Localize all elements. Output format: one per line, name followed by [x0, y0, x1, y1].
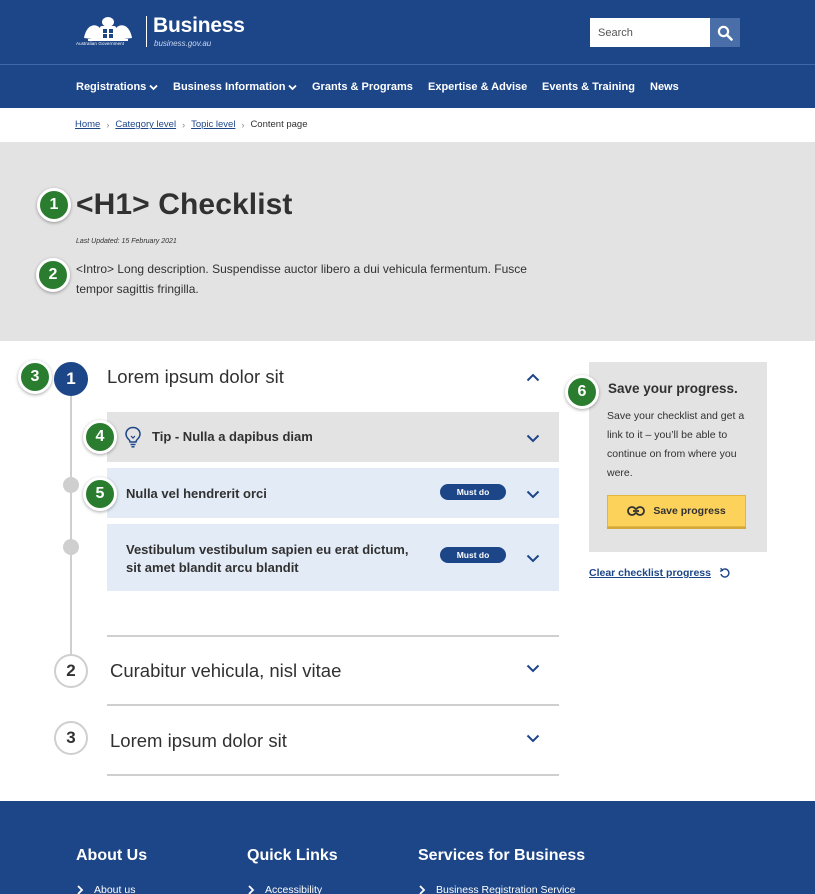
- brand-url: business.gov.au: [154, 39, 212, 48]
- search-icon: [717, 25, 733, 41]
- step-number-badge: 2: [54, 654, 88, 688]
- breadcrumb: Home › Category level › Topic level › Co…: [75, 119, 307, 130]
- checklist-timeline: [70, 380, 72, 680]
- chevron-down-icon[interactable]: [525, 730, 541, 746]
- breadcrumb-current: Content page: [250, 119, 308, 130]
- task-text: Vestibulum vestibulum sapien eu erat dic…: [126, 542, 409, 575]
- chevron-down-icon: [149, 84, 158, 90]
- chevron-down-icon[interactable]: [525, 430, 541, 446]
- chevron-right-icon: [248, 885, 255, 894]
- nav-item-label: Expertise & Advise: [428, 81, 528, 93]
- step-number-badge: 1: [54, 362, 88, 396]
- step-title[interactable]: Curabitur vehicula, nisl vitae: [110, 660, 341, 682]
- chevron-up-icon[interactable]: [525, 369, 541, 385]
- footer-heading-quick-links: Quick Links: [247, 847, 338, 864]
- nav-item-grants-programs[interactable]: Grants & Programs: [312, 81, 413, 93]
- nav-item-events-training[interactable]: Events & Training: [542, 81, 635, 93]
- annotation-marker: 2: [36, 258, 70, 292]
- refresh-icon: [719, 567, 730, 578]
- breadcrumb-topic-link[interactable]: Topic level: [191, 119, 235, 130]
- brand-divider: [146, 16, 147, 47]
- site-header: Australian Government Business business.…: [0, 0, 815, 65]
- annotation-marker: 6: [565, 375, 599, 409]
- chevron-down-icon[interactable]: [525, 660, 541, 676]
- link-icon: [627, 506, 646, 516]
- last-updated: Last Updated: 15 February 2021: [76, 238, 177, 245]
- footer-link-label: About us: [94, 884, 136, 894]
- footer-link-label: Accessibility: [265, 884, 323, 894]
- nav-item-expertise-advise[interactable]: Expertise & Advise: [428, 81, 527, 93]
- chevron-down-icon: [288, 84, 298, 90]
- nav-item-label: Business Information: [173, 81, 286, 93]
- tip-text: Tip - Nulla a dapibus diam: [152, 429, 313, 444]
- task-dot: [63, 477, 79, 493]
- intro-text: <Intro> Long description. Suspendisse au…: [76, 262, 527, 296]
- step-title[interactable]: Lorem ipsum dolor sit: [110, 730, 287, 752]
- footer-link-about-us[interactable]: About us: [76, 884, 135, 894]
- search-input[interactable]: [590, 18, 710, 47]
- must-do-badge: Must do: [440, 484, 506, 500]
- lightbulb-icon: [125, 426, 141, 448]
- task-text: Nulla vel hendrerit orci: [126, 486, 267, 501]
- task-dot: [63, 539, 79, 555]
- breadcrumb-separator: ›: [106, 119, 110, 130]
- save-progress-description: Save your checklist and get a link to it…: [607, 410, 745, 479]
- chevron-down-icon[interactable]: [525, 550, 541, 566]
- brand-name[interactable]: Business: [153, 14, 245, 38]
- annotation-marker: 5: [83, 477, 117, 511]
- save-progress-button[interactable]: Save progress: [607, 495, 746, 527]
- footer-heading-services: Services for Business: [418, 847, 586, 864]
- step-divider: [107, 774, 559, 776]
- nav-item-label: Events & Training: [542, 81, 635, 93]
- page-title: <H1> Checklist: [76, 188, 293, 221]
- main-nav: Registrations Business Information Grant…: [0, 65, 815, 108]
- task-item[interactable]: Nulla vel hendrerit orci Must do: [107, 468, 559, 518]
- nav-item-label: Grants & Programs: [312, 81, 413, 93]
- footer-link-business-registration[interactable]: Business Registration Service: [418, 884, 575, 894]
- tip-item[interactable]: Tip - Nulla a dapibus diam: [107, 412, 559, 462]
- step-number-badge: 3: [54, 721, 88, 755]
- nav-item-label: News: [650, 81, 679, 93]
- breadcrumb-home-link[interactable]: Home: [75, 119, 100, 130]
- nav-item-label: Registrations: [76, 81, 147, 93]
- footer-link-accessibility[interactable]: Accessibility: [247, 884, 322, 894]
- chevron-right-icon: [77, 885, 84, 894]
- task-item[interactable]: Vestibulum vestibulum sapien eu erat dic…: [107, 524, 559, 591]
- chevron-right-icon: [419, 885, 426, 894]
- step-title[interactable]: Lorem ipsum dolor sit: [107, 366, 284, 388]
- step-divider: [107, 704, 559, 706]
- nav-item-registrations[interactable]: Registrations: [76, 81, 158, 93]
- clear-checklist-label: Clear checklist progress: [589, 567, 711, 579]
- must-do-badge: Must do: [440, 547, 506, 563]
- chevron-down-icon[interactable]: [525, 486, 541, 502]
- footer-heading-about: About Us: [76, 847, 148, 864]
- footer-link-label: Business Registration Service: [436, 884, 576, 894]
- step-divider: [107, 635, 559, 637]
- clear-checklist-link[interactable]: Clear checklist progress: [589, 567, 731, 579]
- government-caption: Australian Government: [76, 41, 125, 46]
- breadcrumb-category-link[interactable]: Category level: [115, 119, 176, 130]
- annotation-marker: 1: [37, 188, 71, 222]
- save-progress-title: Save your progress.: [608, 381, 738, 396]
- breadcrumb-separator: ›: [241, 119, 245, 130]
- nav-item-business-information[interactable]: Business Information: [173, 81, 298, 93]
- search-button[interactable]: [710, 18, 740, 47]
- nav-item-news[interactable]: News: [650, 81, 679, 93]
- save-progress-label: Save progress: [653, 505, 726, 517]
- annotation-marker: 3: [18, 360, 52, 394]
- annotation-marker: 4: [83, 420, 117, 454]
- breadcrumb-separator: ›: [182, 119, 186, 130]
